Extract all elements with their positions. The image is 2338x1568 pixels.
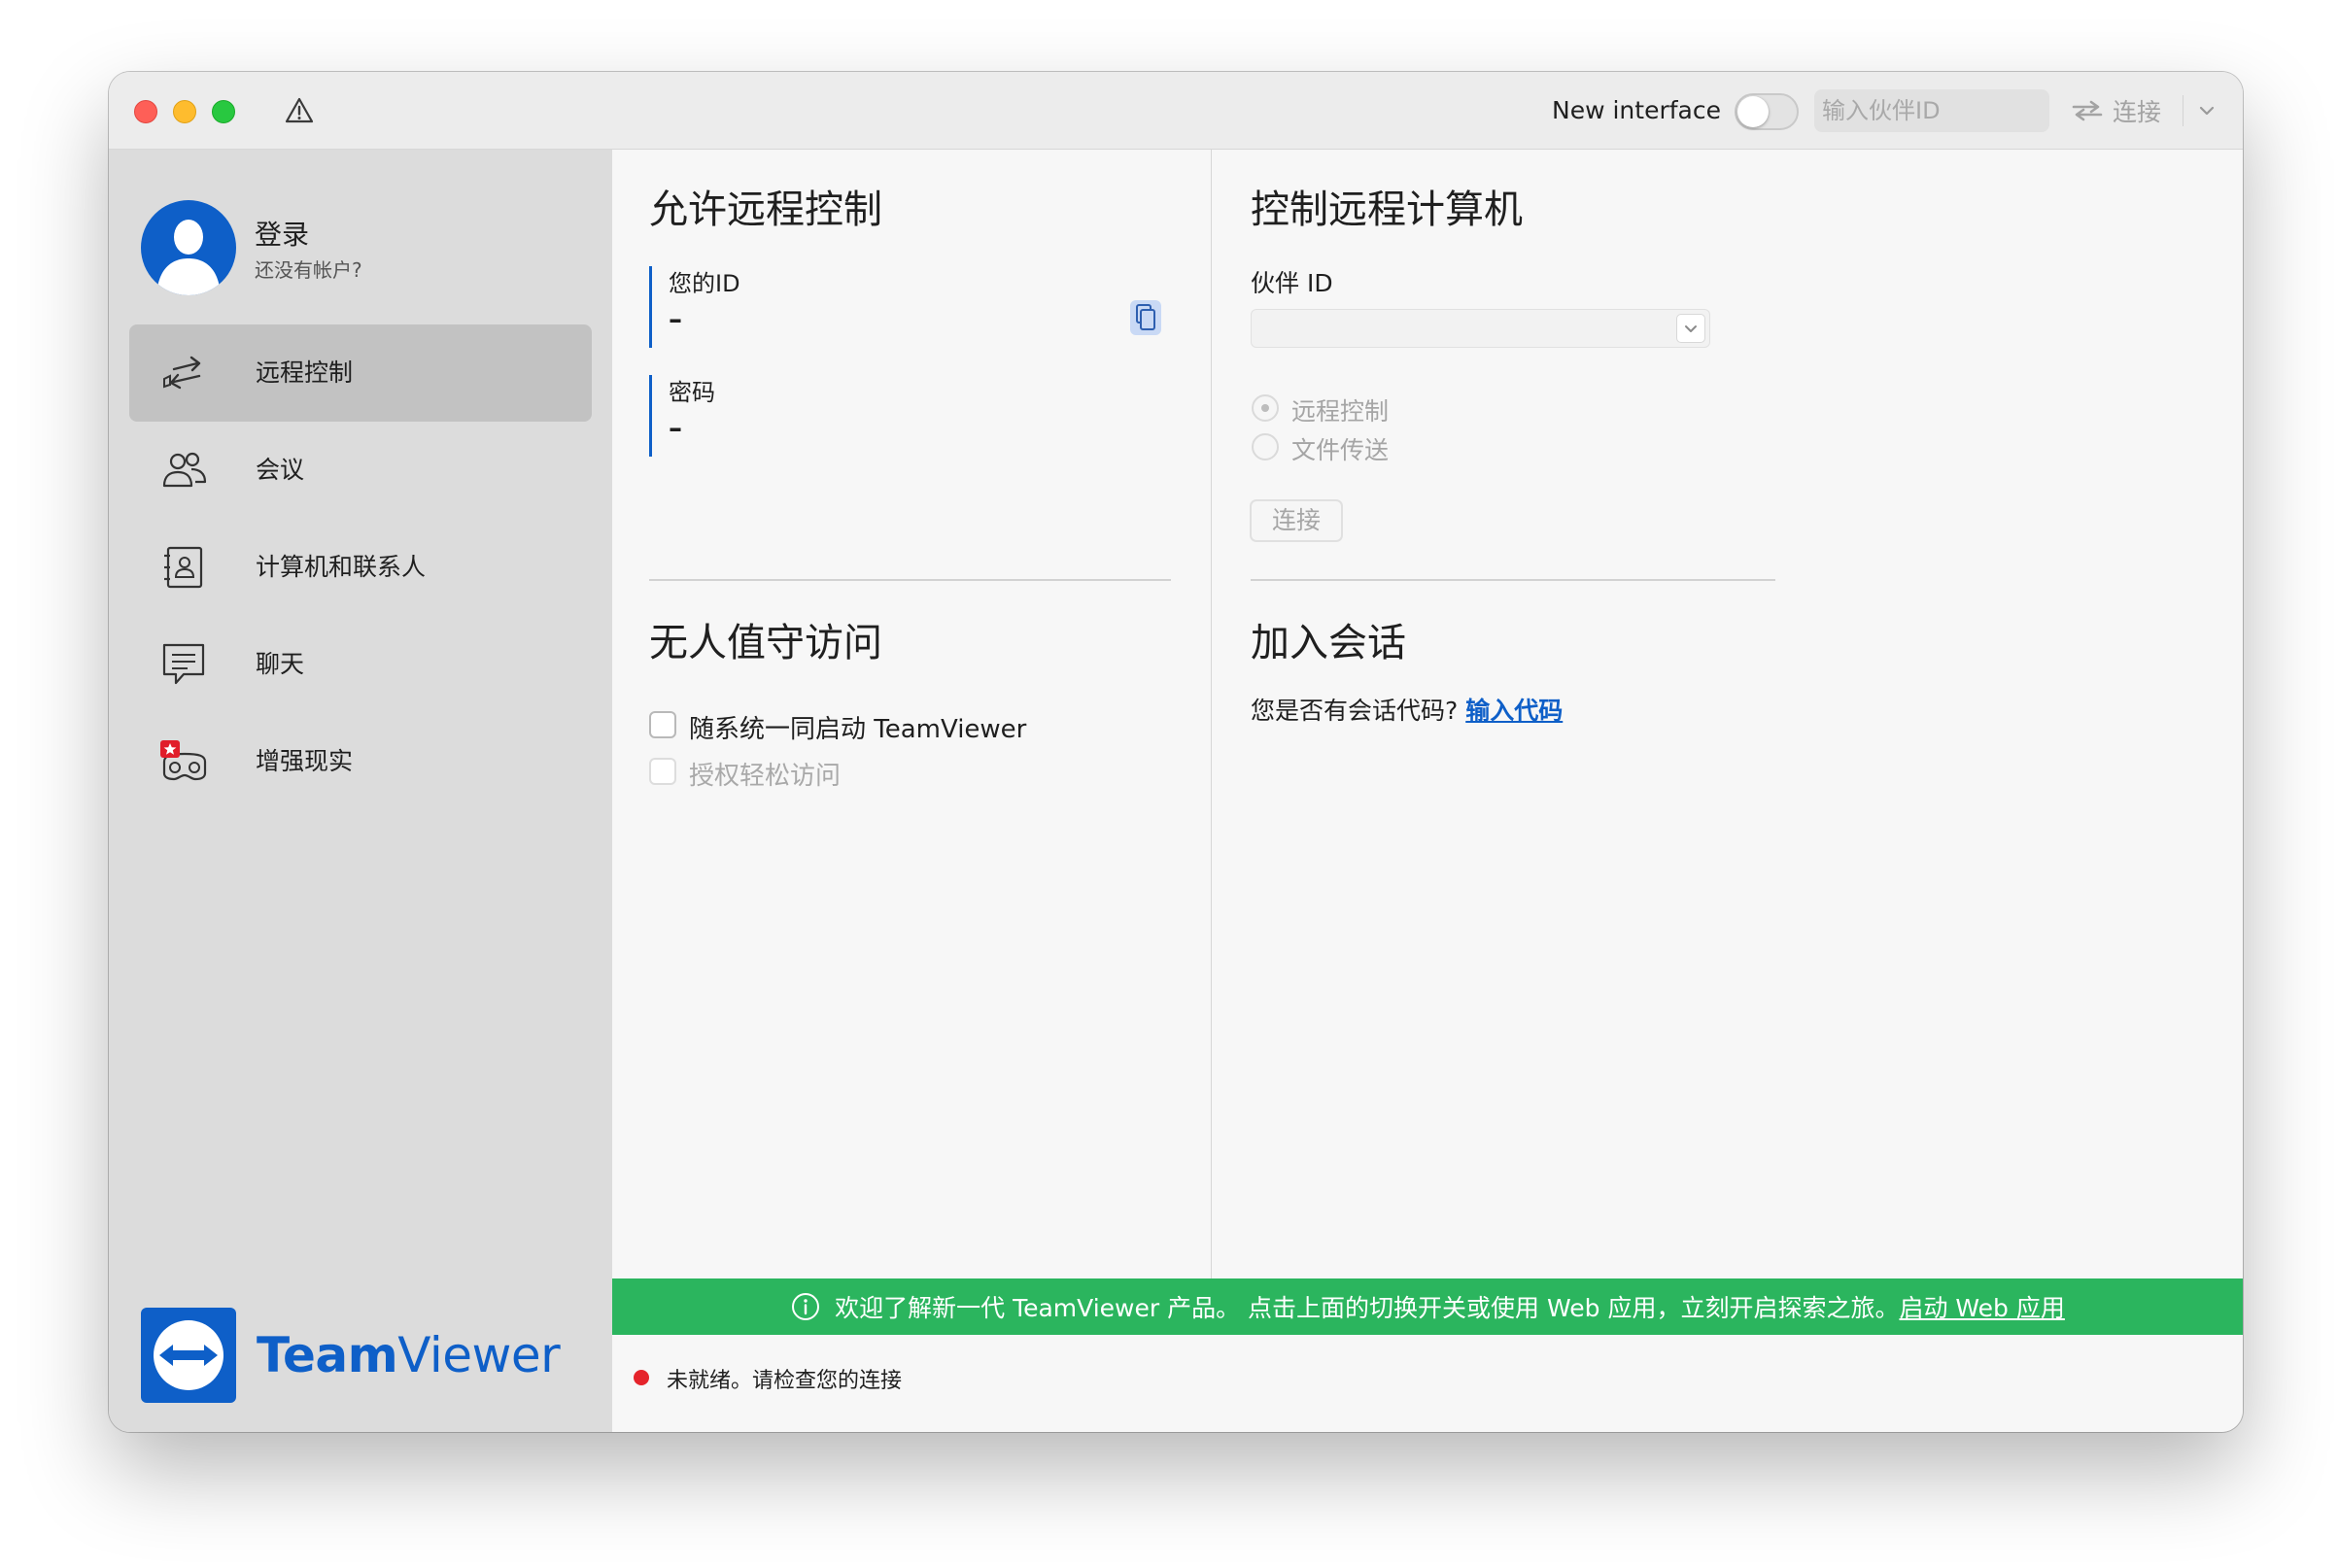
partner-id-combobox[interactable] <box>1251 309 1710 348</box>
allow-remote-title: 允许远程控制 <box>649 187 882 232</box>
contact-book-icon <box>164 546 203 589</box>
id-accent-bar <box>649 266 652 348</box>
grant-easy-access-checkbox[interactable] <box>649 758 676 785</box>
section-divider <box>1251 579 1775 581</box>
join-session-text: 您是否有会话代码? 输入代码 <box>1251 692 1563 727</box>
section-divider <box>649 579 1171 581</box>
close-window-button[interactable] <box>134 100 157 123</box>
maximize-window-button[interactable] <box>212 100 235 123</box>
chat-bubble-icon <box>162 643 205 685</box>
toggle-knob <box>1737 96 1769 127</box>
chevron-down-icon[interactable] <box>2195 99 2218 122</box>
start-with-system-checkbox[interactable] <box>649 711 676 738</box>
info-icon <box>792 1293 820 1320</box>
dropdown-button[interactable] <box>1676 314 1705 343</box>
new-interface-label: New interface <box>1552 96 1721 124</box>
password-accent-bar <box>649 375 652 457</box>
password-value: – <box>669 412 682 444</box>
banner-text: 欢迎了解新一代 TeamViewer 产品。 点击上面的切换开关或使用 Web … <box>835 1289 2065 1324</box>
no-account-link[interactable]: 还没有帐户? <box>255 255 362 283</box>
column-divider <box>1211 150 1212 1351</box>
wordmark-bold: Team <box>257 1327 398 1383</box>
join-session-title: 加入会话 <box>1251 621 1406 665</box>
status-text: 未就绪。请检查您的连接 <box>667 1369 903 1393</box>
avatar[interactable] <box>141 200 236 295</box>
your-id-value: – <box>669 303 682 335</box>
enter-code-link[interactable]: 输入代码 <box>1465 697 1563 725</box>
sidebar-item-label: 增强现实 <box>256 747 354 775</box>
sidebar-item-label: 远程控制 <box>256 358 354 387</box>
sidebar-item-computers-contacts[interactable]: 计算机和联系人 <box>129 519 592 616</box>
radio-file-transfer[interactable] <box>1252 433 1279 460</box>
banner-message: 欢迎了解新一代 TeamViewer 产品。 点击上面的切换开关或使用 Web … <box>835 1294 1900 1322</box>
partner-id-label: 伙伴 ID <box>1251 269 1333 297</box>
user-silhouette-icon <box>156 220 221 295</box>
new-interface-toggle[interactable] <box>1735 93 1799 130</box>
sidebar-item-label: 会议 <box>256 456 305 484</box>
sidebar-item-label: 聊天 <box>256 650 305 678</box>
title-bar: New interface 连接 <box>109 72 2243 150</box>
chevron-down-icon <box>1685 325 1697 332</box>
start-with-system-label[interactable]: 随系统一同启动 TeamViewer <box>689 709 1026 745</box>
ar-goggles-icon <box>160 740 207 781</box>
sidebar-item-meeting[interactable]: 会议 <box>129 422 592 519</box>
control-remote-title: 控制远程计算机 <box>1251 187 1523 232</box>
grant-easy-access-label: 授权轻松访问 <box>689 762 842 791</box>
radio-file-transfer-label[interactable]: 文件传送 <box>1291 431 1389 466</box>
status-indicator <box>634 1370 649 1385</box>
login-link[interactable]: 登录 <box>255 214 309 253</box>
teamviewer-logo-icon <box>154 1320 223 1390</box>
status-bar: 未就绪。请检查您的连接 <box>612 1335 2243 1432</box>
radio-remote-control[interactable] <box>1252 394 1279 422</box>
info-banner: 欢迎了解新一代 TeamViewer 产品。 点击上面的切换开关或使用 Web … <box>612 1278 2243 1335</box>
radio-remote-control-label[interactable]: 远程控制 <box>1291 392 1389 427</box>
quick-connect-label: 连接 <box>2113 98 2162 126</box>
copy-icon[interactable] <box>1129 299 1162 336</box>
connect-button[interactable]: 连接 <box>1250 499 1343 542</box>
launch-web-app-link[interactable]: 启动 Web 应用 <box>1899 1294 2064 1322</box>
your-id-label: 您的ID <box>669 270 740 297</box>
remote-control-arrows-icon <box>163 356 201 390</box>
password-label: 密码 <box>669 379 715 406</box>
teamviewer-logo <box>141 1308 236 1403</box>
radio-selected-dot <box>1261 404 1269 412</box>
swap-arrows-icon <box>2072 100 2103 121</box>
partner-id-quick-input[interactable] <box>1814 89 2049 132</box>
sidebar-item-chat[interactable]: 聊天 <box>129 616 592 713</box>
session-code-question: 您是否有会话代码? <box>1251 697 1459 725</box>
people-icon <box>162 452 207 488</box>
sidebar-item-remote-control[interactable]: 远程控制 <box>129 324 592 422</box>
sidebar-item-label: 计算机和联系人 <box>256 553 427 581</box>
sidebar-item-augmented-reality[interactable]: 增强现实 <box>129 713 592 810</box>
quick-connect-button[interactable]: 连接 <box>2070 91 2161 130</box>
sidebar: 登录 还没有帐户? 远程控制 会议 计算机和联系人 聊天 增强现实 TeamVi… <box>109 150 612 1432</box>
teamviewer-wordmark: TeamViewer <box>257 1325 561 1385</box>
sidebar-nav: 远程控制 会议 计算机和联系人 聊天 增强现实 <box>129 324 592 810</box>
minimize-window-button[interactable] <box>173 100 196 123</box>
unattended-access-title: 无人值守访问 <box>649 621 882 665</box>
wordmark-regular: Viewer <box>397 1327 561 1383</box>
warning-icon[interactable] <box>284 95 315 126</box>
teamviewer-window: New interface 连接 登录 还没有帐户? <box>109 72 2243 1432</box>
